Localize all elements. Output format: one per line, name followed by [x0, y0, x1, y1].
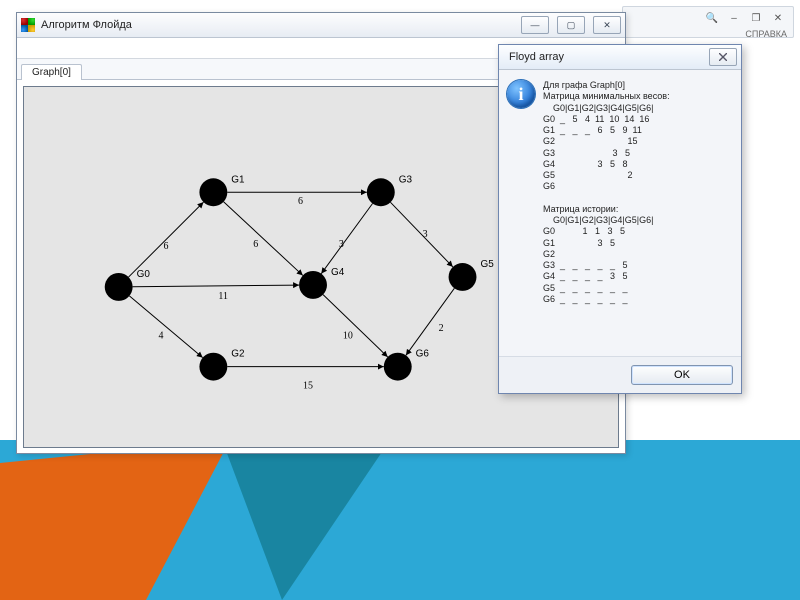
edge-G5-G6 — [406, 288, 454, 355]
edge-weight-G2-G6: 15 — [303, 381, 313, 392]
edge-weight-G0-G4: 11 — [218, 291, 228, 302]
node-G1[interactable] — [199, 178, 227, 206]
dialog-close-button[interactable] — [709, 48, 737, 66]
main-titlebar[interactable]: Алгоритм Флойда — ▢ ✕ — [17, 13, 625, 38]
ok-button[interactable]: OK — [631, 365, 733, 385]
dialog-titlebar[interactable]: Floyd array — [499, 45, 741, 70]
node-label-G3: G3 — [399, 174, 413, 185]
bg-search-icon: 🔍 — [705, 11, 719, 25]
decorative-orange-shape — [0, 440, 230, 600]
edge-weight-G3-G4: 3 — [339, 239, 344, 250]
maximize-button[interactable]: ▢ — [557, 16, 585, 34]
dialog-body: i Для графа Graph[0] Матрица минимальных… — [499, 70, 741, 356]
bg-minimize-icon: – — [727, 11, 741, 25]
edge-weight-G3-G5: 3 — [423, 229, 428, 240]
node-G0[interactable] — [105, 273, 133, 301]
edge-weight-G1-G4: 6 — [253, 239, 258, 250]
edge-G0-G2 — [129, 296, 202, 358]
edge-weight-G0-G2: 4 — [159, 331, 164, 342]
info-icon: i — [507, 80, 535, 108]
node-G6[interactable] — [384, 353, 412, 381]
edge-weight-G1-G3: 6 — [298, 196, 303, 207]
bg-restore-icon: ❐ — [749, 11, 763, 25]
node-G4[interactable] — [299, 271, 327, 299]
main-window-title: Алгоритм Флойда — [41, 19, 513, 31]
dialog-title: Floyd array — [503, 51, 701, 63]
node-label-G4: G4 — [331, 267, 345, 278]
background-window: 🔍 – ❐ ✕ СПРАВКА — [622, 6, 794, 38]
edge-G3-G4 — [321, 204, 372, 274]
edge-G0-G4 — [133, 285, 299, 287]
app-icon — [21, 18, 35, 32]
edge-G4-G6 — [323, 295, 388, 357]
node-G5[interactable] — [449, 263, 477, 291]
edge-G1-G4 — [224, 202, 303, 276]
edge-weight-G0-G1: 6 — [164, 241, 169, 252]
minimize-button[interactable]: — — [521, 16, 549, 34]
node-label-G1: G1 — [231, 174, 245, 185]
node-G2[interactable] — [199, 353, 227, 381]
node-label-G5: G5 — [480, 259, 494, 270]
edge-weight-G5-G6: 2 — [439, 323, 444, 334]
dialog-message: Для графа Graph[0] Матрица минимальных в… — [543, 80, 733, 352]
decorative-band — [0, 440, 800, 600]
edge-weight-G4-G6: 10 — [343, 331, 353, 342]
node-G3[interactable] — [367, 178, 395, 206]
edge-G0-G1 — [129, 202, 204, 277]
node-label-G0: G0 — [137, 269, 151, 280]
node-label-G6: G6 — [416, 349, 430, 360]
floyd-dialog: Floyd array i Для графа Graph[0] Матрица… — [498, 44, 742, 394]
bg-window-label: СПРАВКА — [623, 29, 793, 39]
node-label-G2: G2 — [231, 349, 245, 360]
bg-close-icon: ✕ — [771, 11, 785, 25]
dialog-footer: OK — [499, 356, 741, 393]
tab-graph0[interactable]: Graph[0] — [21, 64, 82, 80]
close-button[interactable]: ✕ — [593, 16, 621, 34]
